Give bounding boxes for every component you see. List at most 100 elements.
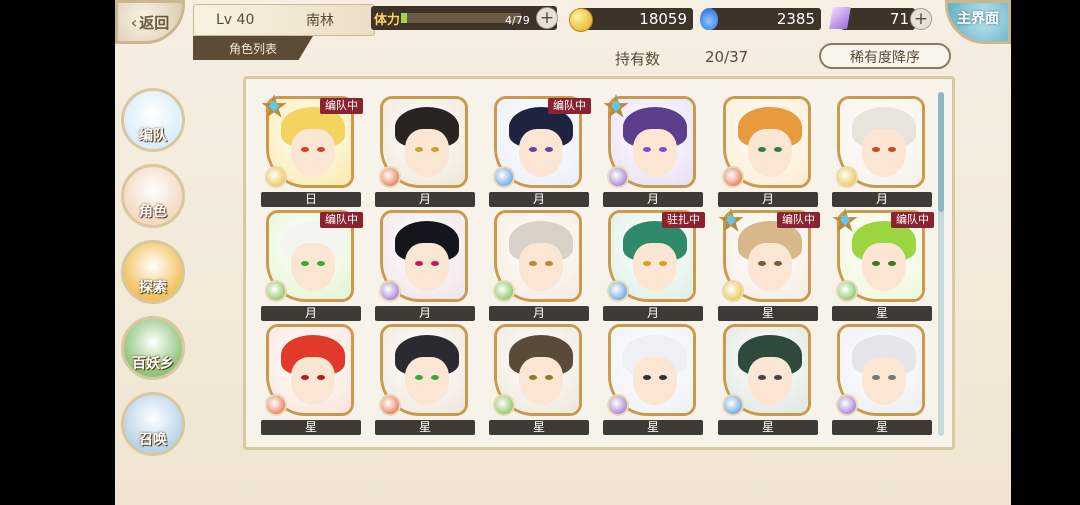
status-badge: 编队中: [548, 98, 591, 114]
character-card[interactable]: 月: [375, 96, 475, 208]
character-tier-label: 月: [375, 306, 475, 321]
back-arrow-icon: ‹: [130, 12, 138, 32]
character-tier-label: 星: [261, 420, 361, 435]
portrait-face: [862, 357, 906, 405]
portrait-face: [291, 357, 335, 405]
portrait-eye: [659, 375, 667, 380]
character-tier-label: 星: [718, 306, 818, 321]
portrait-face: [748, 243, 792, 291]
character-card[interactable]: 星: [603, 324, 703, 436]
portrait-eye: [872, 375, 880, 380]
home-button[interactable]: 主界面: [945, 0, 1011, 44]
portrait-eye: [415, 261, 423, 266]
back-label: 返回: [139, 13, 170, 32]
add-crystal-button[interactable]: +: [910, 8, 932, 30]
element-icon: [722, 166, 744, 188]
character-card[interactable]: 月: [375, 210, 475, 322]
character-card[interactable]: 星: [375, 324, 475, 436]
player-level: Lv 40: [216, 12, 255, 28]
character-card[interactable]: 编队中星: [832, 208, 934, 322]
portrait-eye: [529, 375, 537, 380]
grid-scroll-thumb[interactable]: [938, 92, 944, 212]
portrait-face: [405, 243, 449, 291]
back-button[interactable]: ‹ 返回: [115, 0, 185, 44]
element-icon: [265, 394, 287, 416]
character-card[interactable]: 星: [832, 324, 932, 436]
portrait-eye: [431, 375, 439, 380]
element-icon: [836, 280, 858, 302]
character-tier-label: 星: [603, 420, 703, 435]
stamina-fill: [401, 13, 407, 23]
sidebar-button-summon[interactable]: 召唤: [121, 392, 185, 456]
portrait-eye: [415, 375, 423, 380]
element-icon: [722, 394, 744, 416]
sidebar-label: 召唤: [139, 432, 167, 448]
element-icon: [265, 166, 287, 188]
sidebar: 编队角色探索百妖乡召唤: [115, 70, 195, 505]
owned-count-value: 20/37: [705, 48, 749, 66]
element-icon: [493, 394, 515, 416]
sidebar-label: 角色: [139, 204, 167, 220]
portrait-eye: [545, 261, 553, 266]
character-card[interactable]: 月: [718, 96, 818, 208]
sidebar-button-explore[interactable]: 探索: [121, 240, 185, 304]
sort-rarity-button[interactable]: 稀有度降序: [819, 43, 951, 69]
spirit-flame-icon: [700, 8, 718, 30]
character-card[interactable]: 星: [261, 324, 361, 436]
tab-character-list: 角色列表: [193, 36, 313, 60]
portrait-face: [291, 243, 335, 291]
element-icon: [836, 394, 858, 416]
portrait-eye: [758, 261, 766, 266]
portrait-eye: [643, 147, 651, 152]
element-icon: [493, 166, 515, 188]
portrait-face: [862, 243, 906, 291]
character-tier-label: 月: [832, 192, 932, 207]
spirit-counter: 2385: [709, 8, 821, 30]
portrait-face: [405, 129, 449, 177]
add-stamina-button[interactable]: +: [536, 7, 558, 29]
sidebar-button-team[interactable]: 编队: [121, 88, 185, 152]
portrait-eye: [301, 375, 309, 380]
character-tier-label: 星: [832, 306, 932, 321]
character-tier-label: 月: [489, 192, 589, 207]
character-tier-label: 月: [261, 306, 361, 321]
owned-count-label: 持有数: [615, 50, 661, 68]
character-card[interactable]: 月: [603, 94, 703, 208]
portrait-eye: [301, 261, 309, 266]
element-icon: [379, 280, 401, 302]
portrait-eye: [317, 375, 325, 380]
portrait-face: [748, 129, 792, 177]
character-card[interactable]: 月: [832, 96, 932, 208]
character-card[interactable]: 编队中月: [489, 96, 591, 208]
portrait-eye: [529, 147, 537, 152]
character-card[interactable]: 编队中日: [261, 94, 363, 208]
portrait-eye: [301, 147, 309, 152]
character-card[interactable]: 编队中星: [718, 208, 820, 322]
character-card[interactable]: 驻扎中月: [603, 210, 705, 322]
character-card[interactable]: 星: [489, 324, 589, 436]
portrait-eye: [659, 147, 667, 152]
character-card[interactable]: 编队中月: [261, 210, 363, 322]
portrait-eye: [774, 261, 782, 266]
portrait-face: [748, 357, 792, 405]
character-tier-label: 日: [261, 192, 361, 207]
portrait-eye: [888, 375, 896, 380]
portrait-face: [633, 357, 677, 405]
crystal-counter: 71: [841, 8, 915, 30]
portrait-eye: [545, 147, 553, 152]
portrait-eye: [317, 147, 325, 152]
portrait-eye: [431, 261, 439, 266]
portrait-face: [519, 357, 563, 405]
sidebar-button-yokai-village[interactable]: 百妖乡: [121, 316, 185, 380]
character-tier-label: 月: [375, 192, 475, 207]
portrait-eye: [545, 375, 553, 380]
portrait-face: [633, 129, 677, 177]
portrait-face: [862, 129, 906, 177]
sidebar-button-character[interactable]: 角色: [121, 164, 185, 228]
status-badge: 驻扎中: [662, 212, 705, 228]
sidebar-label: 探索: [139, 280, 167, 296]
element-icon: [379, 166, 401, 188]
character-card[interactable]: 月: [489, 210, 589, 322]
character-card[interactable]: 星: [718, 324, 818, 436]
status-badge: 编队中: [777, 212, 820, 228]
